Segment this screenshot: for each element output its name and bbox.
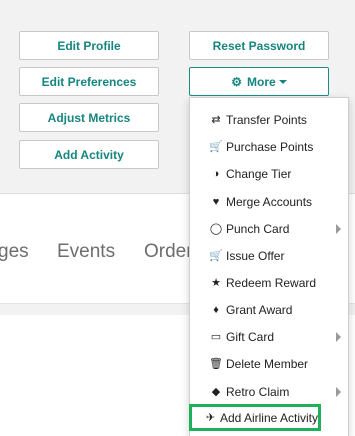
credit-card-icon: ▭ (210, 331, 222, 343)
cart-icon: 🛒 (209, 141, 223, 153)
tab-events[interactable]: Events (57, 241, 115, 263)
transfer-icon: ⇄ (211, 114, 221, 126)
menu-item-change-tier[interactable]: ◑ Change Tier (190, 160, 348, 187)
menu-item-grant-award[interactable]: ♦ Grant Award (190, 296, 348, 323)
submenu-arrow-icon (336, 332, 341, 342)
more-dropdown-menu: ⇄ Transfer Points 🛒 Purchase Points ◑ Change … (189, 97, 349, 436)
adjust-metrics-label: Adjust Metrics (47, 110, 131, 125)
edit-profile-label: Edit Profile (57, 38, 121, 53)
menu-item-label: Add Airline Activity (219, 410, 318, 425)
adjust-metrics-button[interactable]: Adjust Metrics (19, 103, 159, 132)
caret-down-icon (278, 79, 287, 84)
add-activity-button[interactable]: Add Activity (19, 140, 159, 169)
edit-profile-button[interactable]: Edit Profile (19, 31, 159, 60)
menu-item-label: Grant Award (226, 302, 293, 317)
gear-icon: ⚙ (231, 74, 243, 89)
reset-password-button[interactable]: Reset Password (189, 31, 329, 60)
submenu-arrow-icon (336, 387, 341, 397)
more-label: More (247, 74, 276, 89)
menu-item-issue-offer[interactable]: 🛒 Issue Offer (190, 242, 348, 269)
menu-item-gift-card[interactable]: ▭ Gift Card (190, 323, 348, 350)
menu-item-merge-accounts[interactable]: ♥ Merge Accounts (190, 188, 348, 215)
half-circle-icon: ◑ (212, 167, 220, 180)
add-activity-label: Add Activity (54, 147, 124, 162)
menu-item-label: Issue Offer (226, 248, 285, 263)
edit-preferences-label: Edit Preferences (41, 74, 137, 89)
ticket-icon: ◆ (211, 386, 221, 398)
cart-plus-icon: 🛒 (209, 250, 223, 262)
tag-icon: ◯ (209, 223, 223, 235)
reset-password-label: Reset Password (212, 38, 306, 53)
menu-item-label: Redeem Reward (226, 275, 317, 290)
menu-item-label: Merge Accounts (226, 194, 313, 209)
menu-item-label: Gift Card (226, 329, 275, 344)
menu-item-purchase-points[interactable]: 🛒 Purchase Points (190, 133, 348, 160)
tab-messages[interactable]: ges (0, 241, 29, 263)
menu-item-delete-member[interactable]: 🗑 Delete Member (190, 350, 348, 377)
gift-icon: ♦ (213, 303, 219, 316)
menu-item-transfer-points[interactable]: ⇄ Transfer Points (190, 106, 348, 133)
menu-item-retro-claim[interactable]: ◆ Retro Claim (190, 378, 348, 405)
menu-item-label: Transfer Points (226, 112, 307, 127)
trash-icon: 🗑 (209, 358, 223, 370)
airplane-icon: ✈ (205, 412, 216, 424)
menu-item-label: Purchase Points (226, 139, 314, 154)
more-dropdown-button[interactable]: ⚙ More (189, 67, 329, 96)
menu-item-label: Change Tier (226, 166, 292, 181)
menu-item-label: Delete Member (226, 356, 309, 371)
star-icon: ★ (211, 277, 221, 289)
menu-item-redeem-reward[interactable]: ★ Redeem Reward (190, 269, 348, 296)
submenu-arrow-icon (336, 224, 341, 234)
menu-item-label: Retro Claim (226, 384, 290, 399)
menu-item-punch-card[interactable]: ◯ Punch Card (190, 215, 348, 242)
menu-item-label: Punch Card (226, 221, 290, 236)
menu-item-add-airline-activity[interactable]: ✈ Add Airline Activity (189, 404, 321, 431)
handshake-icon: ♥ (212, 195, 220, 208)
edit-preferences-button[interactable]: Edit Preferences (19, 67, 159, 96)
